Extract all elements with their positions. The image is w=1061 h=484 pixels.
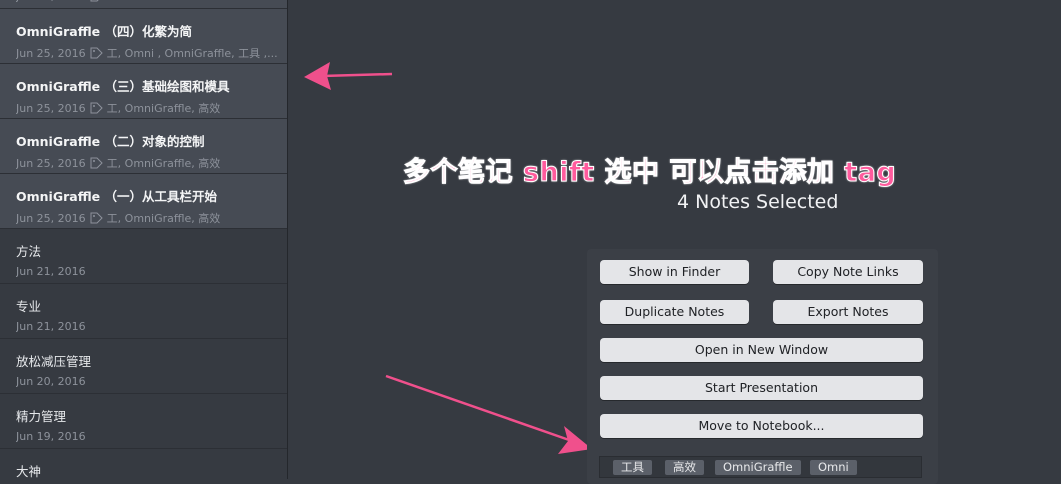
note-meta: Jun 19, 2016 (16, 430, 281, 443)
note-list-item[interactable]: 大神 (0, 449, 287, 479)
tag-field[interactable]: 工具 高效 OmniGraffle Omni (599, 456, 922, 478)
note-list-item[interactable]: Jun 26, 2016 OmniGraffle (0, 0, 287, 9)
note-title: OmniGraffle （一）从工具栏开始 (16, 189, 217, 204)
annotation-text: 多个笔记 shift 选中 可以点击添加 tag (402, 157, 897, 189)
note-title: 精力管理 (16, 409, 67, 424)
note-date: Jun 25, 2016 (16, 47, 86, 60)
tag-icon (90, 157, 103, 172)
export-notes-button[interactable]: Export Notes (773, 300, 923, 324)
tag-icon (90, 0, 103, 5)
start-presentation-button[interactable]: Start Presentation (600, 376, 923, 400)
note-meta: Jun 25, 2016 工, Omni , OmniGraffle, 工具 ,.… (16, 45, 281, 62)
duplicate-notes-button[interactable]: Duplicate Notes (600, 300, 749, 324)
note-date: Jun 25, 2016 (16, 212, 86, 225)
tag-icon (90, 212, 103, 227)
note-tags: OmniGraffle (107, 0, 174, 3)
note-date: Jun 21, 2016 (16, 320, 86, 333)
note-title: OmniGraffle （三）基础绘图和模具 (16, 79, 230, 94)
note-list-item[interactable]: OmniGraffle （四）化繁为简 Jun 25, 2016 工, Omni ,… (0, 9, 287, 64)
note-tags: 工, Omni , OmniGraffle, 工具 ,... (106, 47, 278, 60)
notes-sidebar: Jun 26, 2016 OmniGraffle OmniGraffle （四）化繁… (0, 0, 288, 479)
tag-chip[interactable]: 高效 (665, 460, 704, 475)
copy-note-links-button[interactable]: Copy Note Links (773, 260, 923, 284)
arrow-to-tag-field (385, 374, 592, 454)
note-tags: 工, OmniGraffle, 高效 (106, 102, 221, 115)
note-date: Jun 25, 2016 (16, 157, 86, 170)
note-date: Jun 19, 2016 (16, 430, 86, 443)
note-meta: Jun 25, 2016 工, OmniGraffle, 高效 (16, 155, 281, 172)
note-date: Jun 20, 2016 (16, 375, 86, 388)
note-title: OmniGraffle （二）对象的控制 (16, 134, 205, 149)
tag-chip[interactable]: Omni (810, 460, 857, 475)
note-title: 大神 (16, 464, 42, 479)
note-meta: Jun 20, 2016 (16, 375, 281, 388)
note-list: Jun 26, 2016 OmniGraffle OmniGraffle （四）化繁… (0, 0, 287, 479)
tag-chip[interactable]: OmniGraffle (715, 460, 801, 475)
tag-chip[interactable]: 工具 (613, 460, 652, 475)
note-meta: Jun 25, 2016 工, OmniGraffle, 高效 (16, 210, 281, 227)
notes-selected-count: 4 Notes Selected (677, 191, 839, 213)
multi-select-actions-panel: Show in Finder Copy Note Links Duplicate… (587, 249, 938, 484)
note-title: OmniGraffle （四）化繁为简 (16, 24, 192, 39)
note-title: 放松减压管理 (16, 354, 92, 369)
note-list-item[interactable]: 专业 Jun 21, 2016 (0, 284, 287, 339)
note-list-item[interactable]: OmniGraffle （三）基础绘图和模具 Jun 25, 2016 工, Omn… (0, 64, 287, 119)
note-meta: Jun 21, 2016 (16, 265, 281, 278)
note-tags: 工, OmniGraffle, 高效 (106, 212, 221, 225)
note-list-item[interactable]: 放松减压管理 Jun 20, 2016 (0, 339, 287, 394)
note-date: Jun 21, 2016 (16, 265, 86, 278)
note-list-item[interactable]: OmniGraffle （一）从工具栏开始 Jun 25, 2016 工, Omni… (0, 174, 287, 229)
tag-icon (90, 47, 103, 62)
show-in-finder-button[interactable]: Show in Finder (600, 260, 749, 284)
note-date: Jun 25, 2016 (16, 102, 86, 115)
open-in-new-window-button[interactable]: Open in New Window (600, 338, 923, 362)
note-list-item[interactable]: 精力管理 Jun 19, 2016 (0, 394, 287, 449)
note-meta: Jun 21, 2016 (16, 320, 281, 333)
note-title: 专业 (16, 299, 42, 314)
note-meta: Jun 26, 2016 OmniGraffle (16, 0, 281, 5)
note-date: Jun 26, 2016 (16, 0, 86, 3)
note-meta: Jun 25, 2016 工, OmniGraffle, 高效 (16, 100, 281, 117)
tag-icon (90, 102, 103, 117)
move-to-notebook-button[interactable]: Move to Notebook... (600, 414, 923, 438)
note-list-item[interactable]: 方法 Jun 21, 2016 (0, 229, 287, 284)
arrow-to-note-list (304, 62, 393, 90)
note-list-item[interactable]: OmniGraffle （二）对象的控制 Jun 25, 2016 工, OmniG… (0, 119, 287, 174)
note-tags: 工, OmniGraffle, 高效 (106, 157, 221, 170)
note-title: 方法 (16, 244, 42, 259)
